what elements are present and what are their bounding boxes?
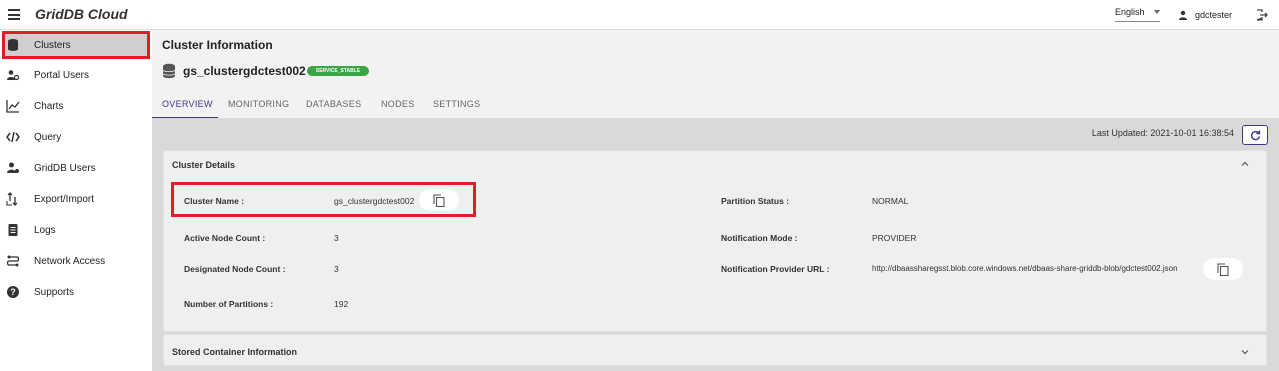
cluster-name-value: gs_clustergdctest002 (334, 196, 415, 206)
menu-icon[interactable] (8, 9, 20, 20)
sidebar-item-label: Network Access (34, 256, 106, 267)
sidebar-item-portal-users[interactable]: Portal Users (0, 61, 150, 89)
cluster-title: gs_clustergdctest002 (183, 64, 306, 78)
sidebar-item-label: GridDB Users (34, 163, 96, 174)
caret-down-icon (1154, 10, 1160, 14)
network-icon (6, 255, 20, 267)
sidebar-item-logs[interactable]: Logs (0, 216, 150, 244)
tab-databases[interactable]: DATABASES (306, 99, 361, 109)
cluster-details-title: Cluster Details (172, 160, 236, 170)
notification-mode-value: PROVIDER (872, 233, 917, 243)
designated-node-count-label: Designated Node Count : (184, 264, 286, 274)
database-icon (162, 63, 176, 79)
sidebar-item-label: Clusters (34, 40, 71, 51)
sidebar-item-label: Export/Import (34, 194, 95, 205)
tab-overview[interactable]: OVERVIEW (162, 99, 213, 109)
tab-nodes[interactable]: NODES (381, 99, 415, 109)
sidebar-item-charts[interactable]: Charts (0, 92, 150, 120)
user-icon[interactable] (1178, 10, 1188, 20)
sidebar-item-network-access[interactable]: Network Access (0, 247, 150, 275)
notification-mode-label: Notification Mode : (721, 233, 798, 243)
partition-status-label: Partition Status : (721, 196, 790, 206)
user-gear-icon (7, 162, 19, 173)
sidebar-item-label: Query (34, 132, 62, 143)
sidebar-item-label: Portal Users (34, 70, 90, 81)
chart-line-icon (6, 100, 20, 113)
active-node-count-label: Active Node Count : (184, 233, 266, 243)
logs-icon (8, 224, 18, 236)
help-icon: ? (7, 286, 19, 298)
sidebar: Clusters Portal Users Charts Query GridD… (0, 30, 152, 371)
top-bar: GridDB Cloud English gdctester (0, 0, 1279, 30)
username[interactable]: gdctester (1195, 10, 1232, 20)
designated-node-count-value: 3 (334, 264, 339, 274)
number-of-partitions-value: 192 (334, 299, 349, 309)
main-header: Cluster Information gs_clustergdctest002… (152, 30, 1279, 119)
sidebar-item-label: Supports (34, 287, 75, 298)
users-icon (7, 70, 20, 81)
chevron-down-icon[interactable] (1240, 347, 1250, 357)
language-select[interactable]: English (1115, 7, 1160, 22)
sidebar-item-label: Logs (34, 225, 56, 236)
svg-text:?: ? (10, 287, 16, 297)
code-icon (6, 131, 20, 143)
copy-provider-url-button[interactable] (1203, 258, 1243, 280)
sidebar-item-label: Charts (34, 101, 64, 112)
sidebar-item-export-import[interactable]: Export/Import (0, 185, 150, 213)
status-badge: SERVICE_STABLE (307, 66, 369, 76)
copy-icon (1217, 263, 1229, 276)
refresh-button[interactable] (1242, 125, 1268, 145)
content-area: Last Updated: 2021-10-01 16:38:54 Cluste… (152, 118, 1279, 371)
cluster-details-card: Cluster Details Cluster Name : gs_cluste… (163, 150, 1267, 332)
copy-icon (433, 194, 445, 207)
tab-monitoring[interactable]: MONITORING (228, 99, 289, 109)
sidebar-item-griddb-users[interactable]: GridDB Users (0, 154, 150, 182)
page-title: Cluster Information (162, 38, 273, 52)
stored-container-card[interactable]: Stored Container Information (163, 334, 1267, 366)
logout-icon[interactable] (1256, 9, 1268, 21)
copy-cluster-name-button[interactable] (419, 189, 459, 211)
database-icon (8, 39, 18, 51)
cluster-name-label: Cluster Name : (184, 196, 244, 206)
brand-logo: GridDB Cloud (35, 6, 128, 22)
partition-status-value: NORMAL (872, 196, 909, 206)
language-value: English (1115, 7, 1145, 17)
sidebar-item-supports[interactable]: ? Supports (0, 278, 150, 306)
tab-settings[interactable]: SETTINGS (433, 99, 480, 109)
refresh-icon (1250, 130, 1261, 141)
export-import-icon (6, 192, 18, 206)
active-node-count-value: 3 (334, 233, 339, 243)
chevron-up-icon[interactable] (1240, 159, 1250, 169)
number-of-partitions-label: Number of Partitions : (184, 299, 274, 309)
sidebar-item-query[interactable]: Query (0, 123, 150, 151)
last-updated: Last Updated: 2021-10-01 16:38:54 (1091, 128, 1234, 138)
sidebar-item-clusters[interactable]: Clusters (2, 31, 150, 59)
notification-provider-url-value: http://dbaassharegsst.blob.core.windows.… (872, 264, 1178, 273)
stored-container-title: Stored Container Information (172, 347, 298, 357)
notification-provider-url-label: Notification Provider URL : (721, 264, 830, 274)
